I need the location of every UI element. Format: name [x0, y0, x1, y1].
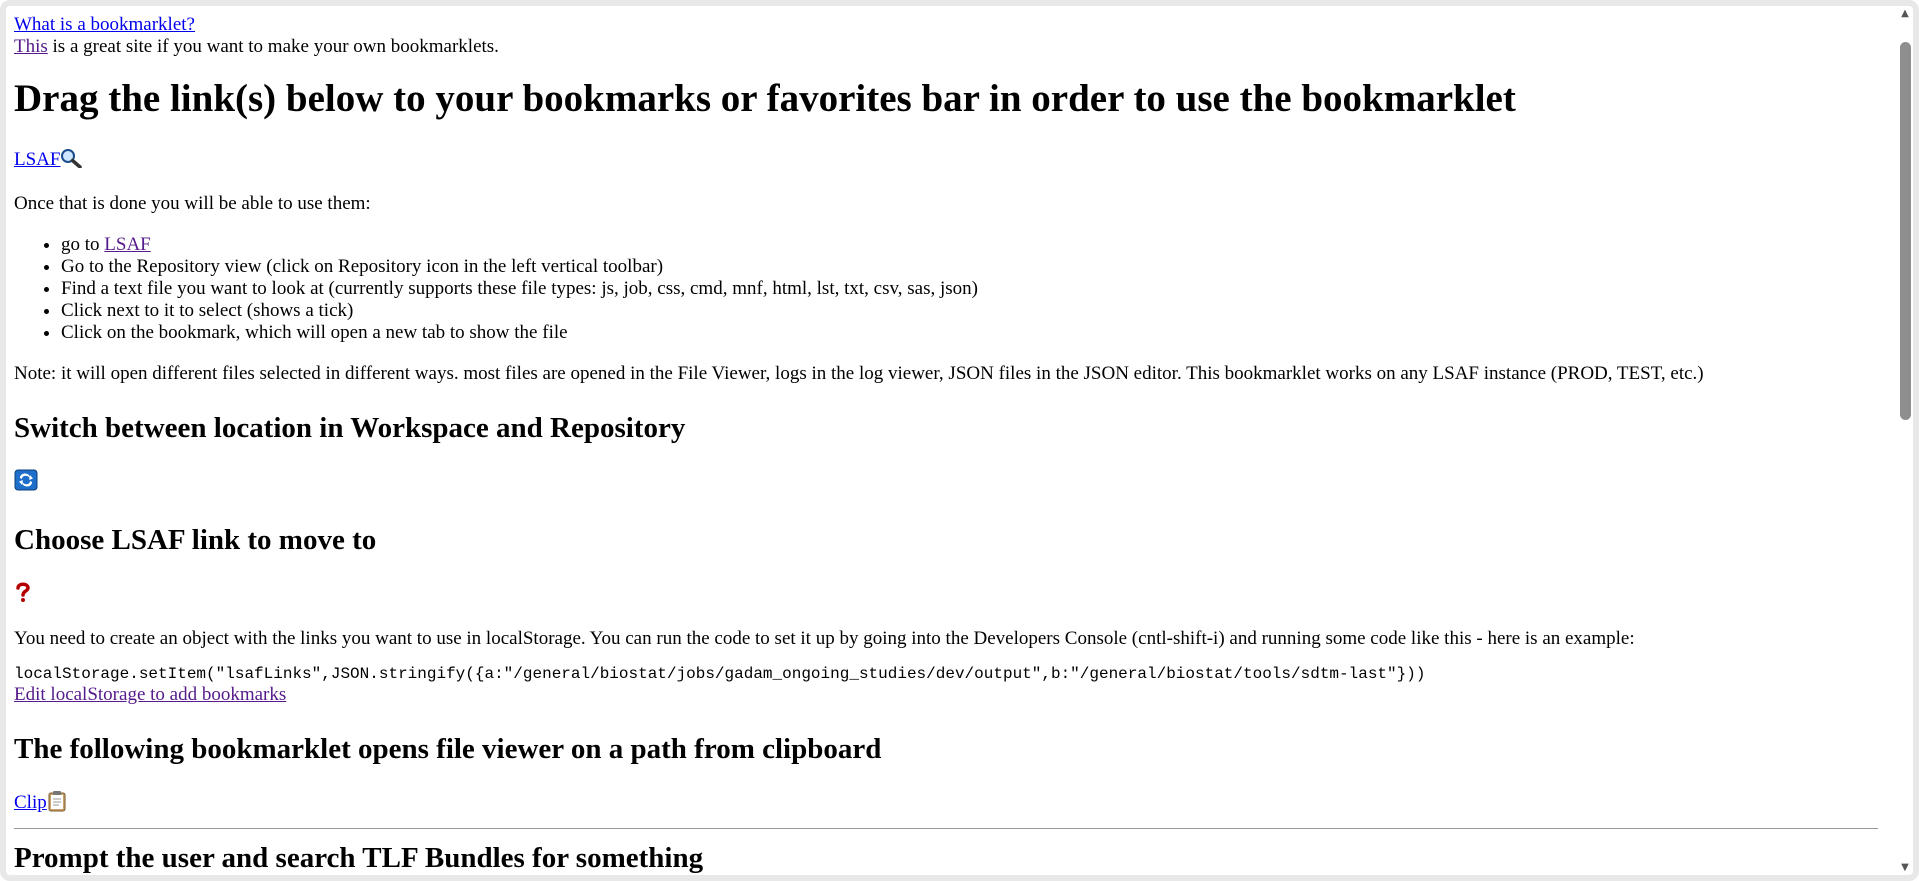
what-is-bookmarklet-link[interactable]: What is a bookmarklet?: [14, 14, 195, 35]
list-item: Click next to it to select (shows a tick…: [61, 300, 1884, 322]
step-prefix: go to: [61, 234, 105, 255]
top-links: What is a bookmarklet?: [14, 14, 1884, 36]
choose-description: You need to create an object with the li…: [14, 628, 1635, 649]
main-heading: Drag the link(s) below to your bookmarks…: [14, 77, 1516, 120]
switch-bookmarklet-link[interactable]: [14, 469, 38, 492]
edit-link-row: Edit localStorage to add bookmarks: [14, 684, 1884, 706]
divider: [14, 828, 1878, 829]
steps-list: go to LSAF Go to the Repository view (cl…: [14, 234, 1884, 344]
list-item: go to LSAF: [61, 234, 1884, 256]
switch-arrows-icon: [14, 469, 38, 497]
choose-bookmarklet-row: [14, 581, 1884, 609]
usage-intro: Once that is done you will be able to us…: [14, 193, 371, 214]
code-example: localStorage.setItem("lsafLinks",JSON.st…: [14, 665, 1426, 683]
lsaf-bookmarklet-row: LSAF: [14, 148, 1884, 174]
clip-bookmarklet-row: Clip: [14, 790, 1884, 818]
switch-bookmarklet-row: [14, 469, 1884, 497]
lsaf-bookmarklet-link[interactable]: LSAF: [14, 149, 83, 171]
this-site-text: is a great site if you want to make your…: [47, 36, 499, 57]
scrollbar-thumb[interactable]: [1900, 42, 1911, 420]
tlf-heading: Prompt the user and search TLF Bundles f…: [14, 842, 704, 874]
clip-bookmarklet-label: Clip: [14, 792, 47, 814]
this-site-line: This is a great site if you want to make…: [14, 36, 1884, 58]
list-item: Find a text file you want to look at (cu…: [61, 278, 1884, 300]
note-text: Note: it will open different files selec…: [14, 363, 1704, 384]
choose-bookmarklet-link[interactable]: [14, 582, 32, 604]
vertical-scrollbar[interactable]: ▲ ▼: [1897, 8, 1913, 874]
clip-heading: The following bookmarklet opens file vie…: [14, 733, 882, 765]
question-mark-icon: [14, 581, 32, 609]
clipboard-icon: [47, 790, 67, 818]
edit-localstorage-link[interactable]: Edit localStorage to add bookmarks: [14, 684, 286, 705]
lsaf-link[interactable]: LSAF: [104, 234, 150, 255]
magnifier-icon: [60, 148, 83, 174]
lsaf-bookmarklet-label: LSAF: [14, 149, 61, 171]
list-item: Go to the Repository view (click on Repo…: [61, 256, 1884, 278]
clip-bookmarklet-link[interactable]: Clip: [14, 791, 67, 814]
scroll-down-arrow-icon[interactable]: ▼: [1899, 862, 1911, 874]
scroll-up-arrow-icon[interactable]: ▲: [1899, 8, 1911, 20]
page-content: What is a bookmarklet? This is a great s…: [14, 14, 1884, 874]
list-item: Click on the bookmark, which will open a…: [61, 322, 1884, 344]
choose-heading: Choose LSAF link to move to: [14, 524, 377, 556]
this-site-link[interactable]: This: [14, 36, 48, 57]
switch-heading: Switch between location in Workspace and…: [14, 412, 686, 444]
